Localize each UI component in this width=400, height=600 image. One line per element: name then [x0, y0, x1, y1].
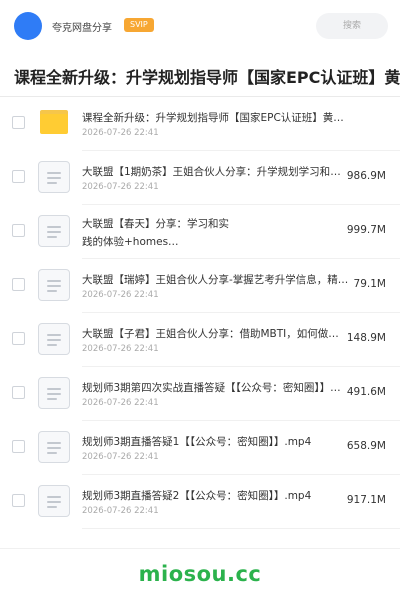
file-row[interactable]: 大联盟【春天】分享：学习和实践的体验+homes… 999.7M	[0, 205, 400, 259]
file-size: 986.9M	[346, 170, 386, 182]
file-size: 658.9M	[346, 440, 386, 452]
file-date: 2026-07-26 22:41	[82, 452, 159, 462]
file-name: 规划师3期第四次实战直播答疑【【公众号：密知圈】】…	[82, 382, 341, 394]
file-row[interactable]: 规划师3期直播答疑2【【公众号：密知圈】】.mp4 2026-07-26 22:…	[0, 475, 400, 529]
document-icon	[38, 485, 70, 517]
file-name: 大联盟【子君】王姐合伙人分享：借助MBTI，如何做…	[82, 328, 339, 340]
file-size: 999.7M	[346, 224, 386, 236]
document-icon	[38, 377, 70, 409]
file-name: 规划师3期直播答疑1【【公众号：密知圈】】.mp4	[82, 436, 312, 448]
file-row[interactable]: 大联盟【子君】王姐合伙人分享：借助MBTI，如何做… 2026-07-26 22…	[0, 313, 400, 367]
file-size: 491.6M	[346, 386, 386, 398]
file-size: 917.1M	[346, 494, 386, 506]
search-input[interactable]: 搜索	[316, 13, 388, 39]
file-date: 2026-07-26 22:41	[82, 290, 159, 300]
file-name: 规划师3期直播答疑2【【公众号：密知圈】】.mp4	[82, 490, 312, 502]
file-name: 大联盟【1期奶茶】王姐合伙人分享：升学规划学习和落地	[82, 166, 344, 178]
page-title: 课程全新升级：升学规划指导师【国家EPC认证班】黄埔3期	[14, 68, 400, 87]
checkbox[interactable]	[12, 170, 25, 183]
file-date: 2026-07-26 22:41	[82, 506, 159, 516]
file-size: 79.1M	[353, 278, 386, 290]
file-date: 2026-07-26 22:41	[82, 128, 159, 138]
top-bar: 夸克网盘分享 SVIP 搜索	[0, 0, 400, 52]
file-size: 148.9M	[346, 332, 386, 344]
file-list: 课程全新升级：升学规划指导师【国家EPC认证班】黄… 2026-07-26 22…	[0, 97, 400, 529]
checkbox[interactable]	[12, 116, 25, 129]
file-row[interactable]: 规划师3期第四次实战直播答疑【【公众号：密知圈】】… 2026-07-26 22…	[0, 367, 400, 421]
divider	[0, 548, 400, 549]
file-row[interactable]: 大联盟【瑞婷】王姐合伙人分享-掌握艺考升学信息，精… 2026-07-26 22…	[0, 259, 400, 313]
checkbox[interactable]	[12, 224, 25, 237]
file-row[interactable]: 大联盟【1期奶茶】王姐合伙人分享：升学规划学习和落地 2026-07-26 22…	[0, 151, 400, 205]
vip-badge: SVIP	[124, 18, 154, 32]
checkbox[interactable]	[12, 440, 25, 453]
watermark: miosou.cc	[138, 562, 262, 586]
file-name: 大联盟【瑞婷】王姐合伙人分享-掌握艺考升学信息，精…	[82, 274, 349, 286]
document-icon	[38, 269, 70, 301]
checkbox[interactable]	[12, 332, 25, 345]
user-name: 夸克网盘分享	[52, 23, 112, 34]
document-icon	[38, 161, 70, 193]
file-date: 2026-07-26 22:41	[82, 344, 159, 354]
avatar[interactable]	[14, 12, 42, 40]
document-icon	[38, 323, 70, 355]
checkbox[interactable]	[12, 494, 25, 507]
file-date: 2026-07-26 22:41	[82, 182, 159, 192]
checkbox[interactable]	[12, 386, 25, 399]
document-icon	[38, 431, 70, 463]
file-name: 课程全新升级：升学规划指导师【国家EPC认证班】黄…	[82, 112, 344, 124]
file-row[interactable]: 课程全新升级：升学规划指导师【国家EPC认证班】黄… 2026-07-26 22…	[0, 97, 400, 151]
folder-icon	[40, 110, 68, 134]
checkbox[interactable]	[12, 278, 25, 291]
document-icon	[38, 215, 70, 247]
file-date: 2026-07-26 22:41	[82, 398, 159, 408]
file-name: 大联盟【春天】分享：学习和实践的体验+homes…	[82, 218, 229, 248]
file-row[interactable]: 规划师3期直播答疑1【【公众号：密知圈】】.mp4 2026-07-26 22:…	[0, 421, 400, 475]
